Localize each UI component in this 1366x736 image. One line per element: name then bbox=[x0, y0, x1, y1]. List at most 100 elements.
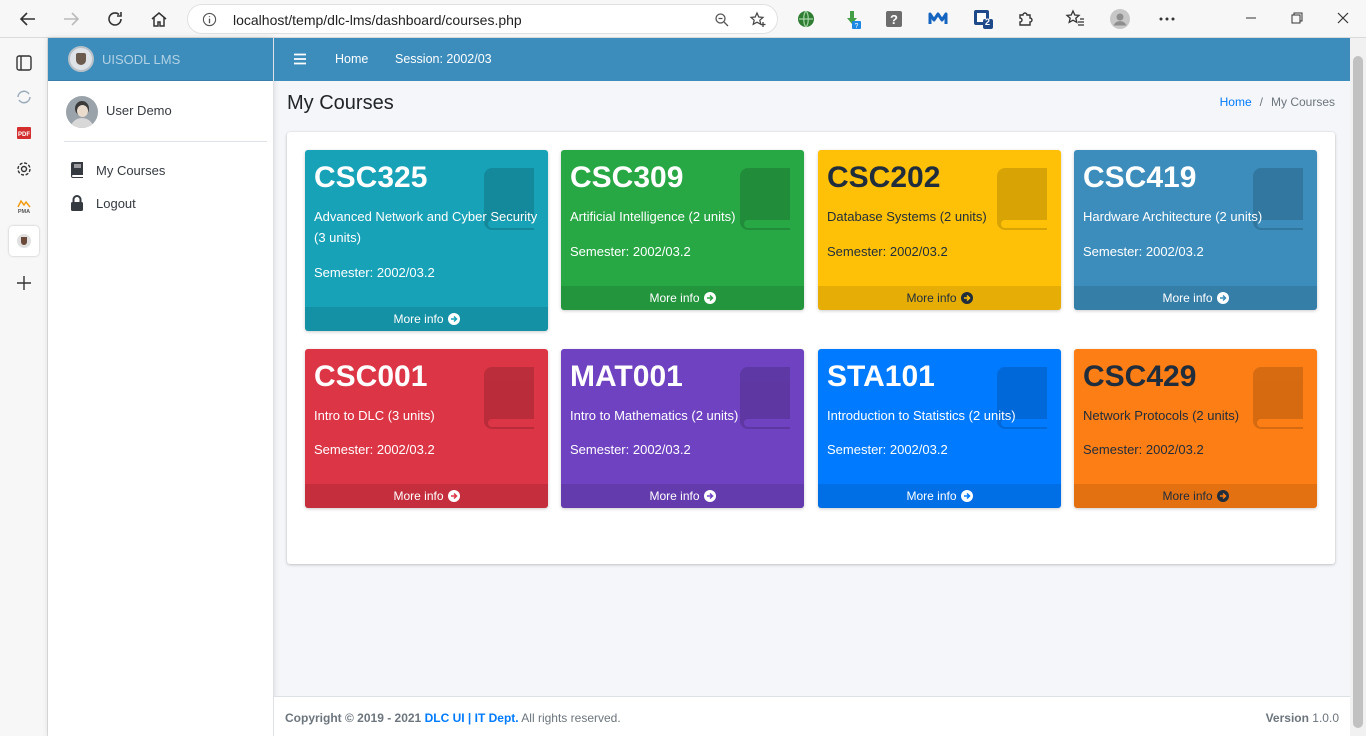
close-window-button[interactable] bbox=[1331, 6, 1355, 30]
more-info-link[interactable]: More info bbox=[1074, 484, 1317, 508]
course-semester: Semester: 2002/03.2 bbox=[314, 265, 435, 280]
course-box-csc429: CSC429 Network Protocols (2 units) Semes… bbox=[1074, 349, 1317, 508]
more-info-link[interactable]: More info bbox=[818, 286, 1061, 310]
back-button[interactable] bbox=[14, 5, 42, 33]
course-title: Network Protocols (2 units) bbox=[1083, 408, 1240, 423]
restore-button[interactable] bbox=[1285, 6, 1309, 30]
pdf-tab-icon[interactable]: PDF bbox=[9, 118, 39, 148]
extension-malwarebytes-icon[interactable] bbox=[927, 8, 949, 30]
refresh-button[interactable] bbox=[101, 5, 129, 33]
main-sidebar: UISODL LMS User Demo My Courses Logout bbox=[48, 38, 274, 736]
more-info-label: More info bbox=[1162, 291, 1213, 305]
arrow-circle-right-icon bbox=[447, 313, 460, 325]
course-semester: Semester: 2002/03.2 bbox=[570, 244, 691, 259]
more-info-link[interactable]: More info bbox=[561, 484, 804, 508]
course-title: Database Systems (2 units) bbox=[827, 209, 987, 224]
course-box-csc309: CSC309 Artificial Intelligence (2 units)… bbox=[561, 150, 804, 310]
home-icon bbox=[151, 12, 167, 27]
course-code: CSC419 bbox=[1083, 161, 1197, 194]
course-box-csc001: CSC001 Intro to DLC (3 units) Semester: … bbox=[305, 349, 548, 508]
brand-link[interactable]: UISODL LMS bbox=[48, 38, 273, 81]
more-info-link[interactable]: More info bbox=[1074, 286, 1317, 310]
course-code: MAT001 bbox=[570, 360, 683, 393]
lms-tab-icon[interactable] bbox=[9, 226, 39, 256]
favorites-icon[interactable] bbox=[1064, 8, 1086, 30]
breadcrumb-home-link[interactable]: Home bbox=[1220, 95, 1252, 109]
course-box-csc419: CSC419 Hardware Architecture (2 units) S… bbox=[1074, 150, 1317, 310]
course-code: CSC325 bbox=[314, 161, 428, 194]
footer-separator: | bbox=[467, 711, 472, 725]
breadcrumb-current: My Courses bbox=[1270, 95, 1335, 109]
course-title: Advanced Network and Cyber Security (3 u… bbox=[314, 209, 538, 245]
browser-toolbar: localhost/temp/dlc-lms/dashboard/courses… bbox=[0, 0, 1366, 38]
more-info-link[interactable]: More info bbox=[305, 484, 548, 508]
settings-tab-icon[interactable] bbox=[9, 154, 39, 184]
lock-icon bbox=[71, 195, 83, 211]
course-code: CSC202 bbox=[827, 161, 941, 194]
more-info-label: More info bbox=[906, 291, 957, 305]
course-box-csc202: CSC202 Database Systems (2 units) Semest… bbox=[818, 150, 1061, 310]
book-icon bbox=[71, 162, 83, 178]
version-number: 1.0.0 bbox=[1312, 711, 1339, 725]
profile-avatar-icon[interactable] bbox=[1109, 8, 1131, 30]
more-info-link[interactable]: More info bbox=[561, 286, 804, 310]
tab-actions-icon[interactable] bbox=[9, 48, 39, 78]
sidebar-item-label: Logout bbox=[96, 195, 136, 211]
address-bar[interactable]: localhost/temp/dlc-lms/dashboard/courses… bbox=[187, 4, 778, 34]
info-icon[interactable] bbox=[202, 12, 217, 27]
user-name[interactable]: User Demo bbox=[106, 103, 172, 118]
menu-toggle-icon[interactable] bbox=[294, 53, 306, 65]
forward-button[interactable] bbox=[57, 5, 85, 33]
url-text[interactable]: localhost/temp/dlc-lms/dashboard/courses… bbox=[233, 12, 522, 28]
more-info-label: More info bbox=[393, 489, 444, 503]
sidebar-item-my-courses[interactable]: My Courses bbox=[70, 162, 165, 178]
breadcrumb: Home / My Courses bbox=[1220, 95, 1335, 109]
arrow-circle-right-icon bbox=[703, 490, 716, 502]
minimize-icon bbox=[1246, 17, 1256, 19]
course-title: Hardware Architecture (2 units) bbox=[1083, 209, 1263, 224]
zoom-icon[interactable] bbox=[714, 12, 730, 28]
course-semester: Semester: 2002/03.2 bbox=[1083, 442, 1204, 457]
course-semester: Semester: 2002/03.2 bbox=[314, 442, 435, 457]
course-code: CSC309 bbox=[570, 161, 684, 194]
version-info: Version 1.0.0 bbox=[1266, 711, 1339, 725]
browser-sidebar: PDF PMA bbox=[0, 38, 48, 736]
course-box-mat001: MAT001 Intro to Mathematics (2 units) Se… bbox=[561, 349, 804, 508]
nav-session-link[interactable]: Session: 2002/03 bbox=[395, 52, 492, 66]
extensions-puzzle-icon[interactable] bbox=[1015, 8, 1037, 30]
sidebar-item-logout[interactable]: Logout bbox=[70, 195, 136, 211]
course-title: Artificial Intelligence (2 units) bbox=[570, 209, 736, 224]
brand-logo-icon bbox=[68, 46, 94, 72]
version-label: Version bbox=[1265, 711, 1309, 725]
home-button[interactable] bbox=[145, 5, 173, 33]
user-avatar[interactable] bbox=[66, 96, 98, 128]
footer-link-it-dept[interactable]: IT Dept. bbox=[475, 711, 519, 725]
minimize-button[interactable] bbox=[1239, 6, 1263, 30]
page-title: My Courses bbox=[287, 92, 394, 114]
more-info-link[interactable]: More info bbox=[818, 484, 1061, 508]
top-navbar: Home Session: 2002/03 bbox=[274, 38, 1350, 81]
breadcrumb-separator: / bbox=[1259, 95, 1263, 109]
phpmyadmin-tab-icon[interactable]: PMA bbox=[9, 190, 39, 220]
more-info-label: More info bbox=[1162, 489, 1213, 503]
more-info-label: More info bbox=[649, 489, 700, 503]
footer-link-dlc-ui[interactable]: DLC UI bbox=[425, 711, 465, 725]
sync-tab-icon[interactable] bbox=[9, 82, 39, 112]
course-box-csc325: CSC325 Advanced Network and Cyber Securi… bbox=[305, 150, 548, 331]
more-menu-icon[interactable] bbox=[1156, 8, 1178, 30]
copyright-text: Copyright © 2019 - 2021 DLC UI | IT Dept… bbox=[285, 711, 621, 725]
extension-badge-icon[interactable]: 2 bbox=[972, 8, 994, 30]
extension-globe-icon[interactable] bbox=[795, 8, 817, 30]
add-favorite-icon[interactable] bbox=[749, 11, 767, 29]
page-scrollbar[interactable] bbox=[1350, 38, 1366, 736]
restore-icon bbox=[1291, 12, 1303, 24]
course-title: Intro to Mathematics (2 units) bbox=[570, 408, 739, 423]
course-semester: Semester: 2002/03.2 bbox=[1083, 244, 1204, 259]
extension-download-icon[interactable]: ? bbox=[841, 8, 863, 30]
course-title: Intro to DLC (3 units) bbox=[314, 408, 435, 423]
more-info-link[interactable]: More info bbox=[305, 307, 548, 331]
extension-help-icon[interactable]: ? bbox=[883, 8, 905, 30]
nav-home-link[interactable]: Home bbox=[335, 52, 368, 66]
add-tab-icon[interactable] bbox=[9, 268, 39, 298]
arrow-circle-right-icon bbox=[1216, 490, 1229, 502]
